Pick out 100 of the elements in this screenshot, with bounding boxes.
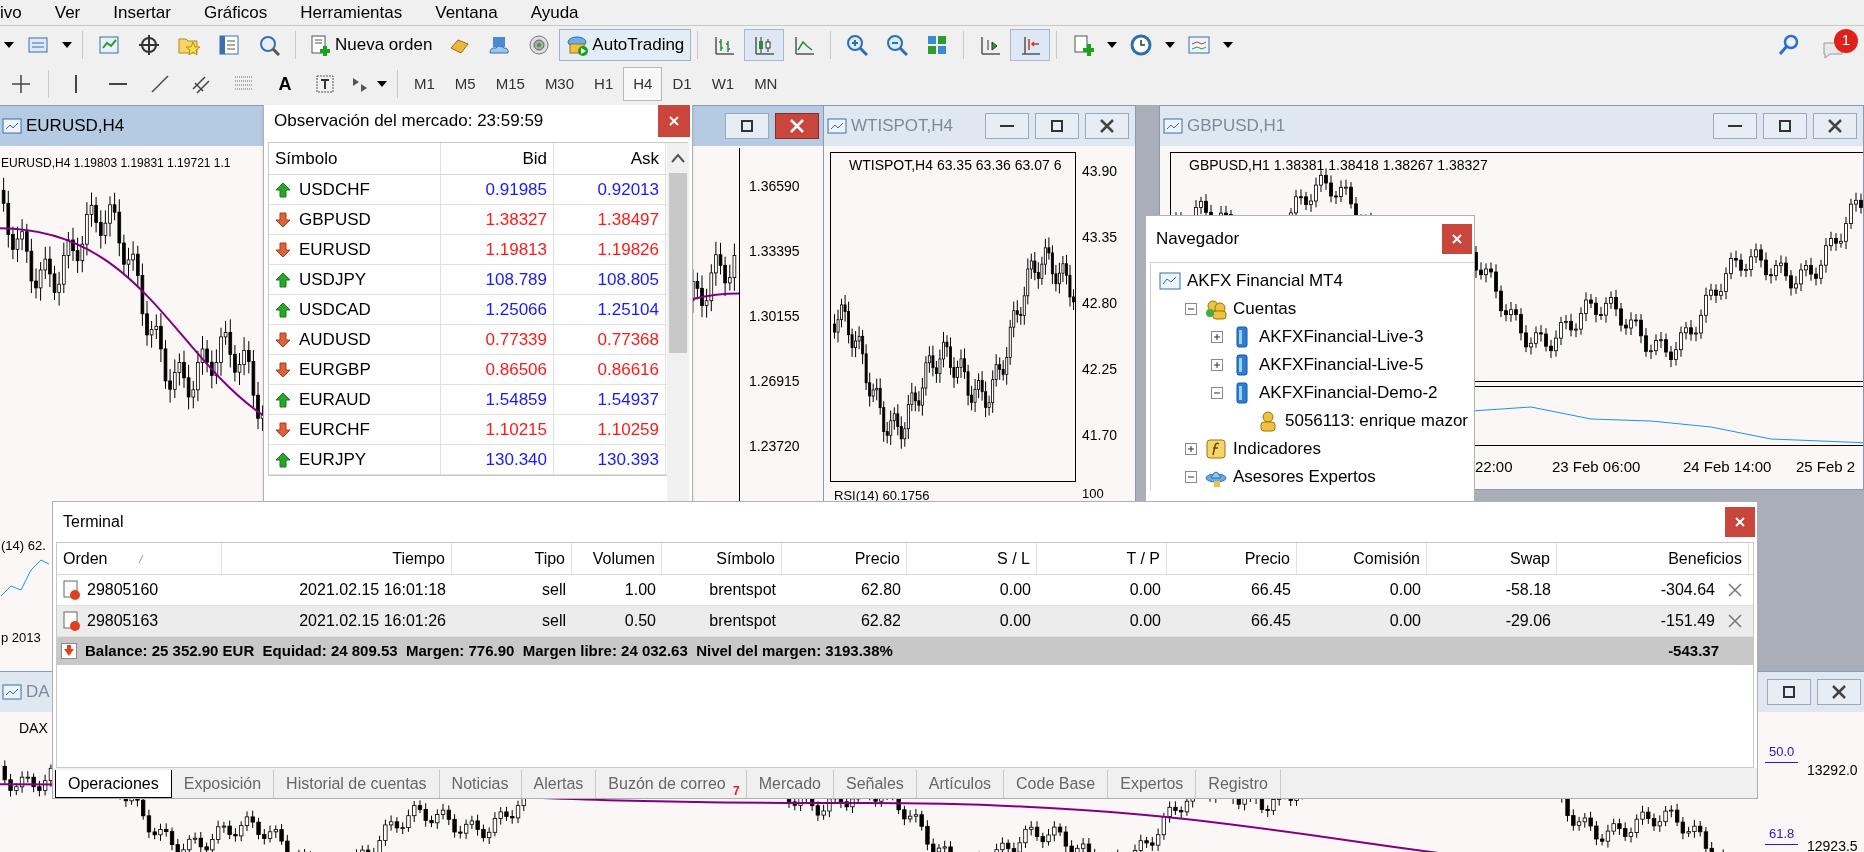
dropdown-caret-icon[interactable] [1107,41,1118,48]
close-button[interactable] [658,105,690,137]
terminal-tab[interactable]: Expertos [1108,770,1197,798]
column-header[interactable]: S / L [907,543,1037,574]
column-header[interactable]: T / P [1037,543,1167,574]
close-button[interactable] [1725,507,1755,537]
tile-windows-icon [926,33,949,56]
minimize-icon [1728,125,1742,127]
menu-item[interactable]: Ventana [435,0,498,26]
tree-item[interactable]: AKFX Financial MT4 [1187,268,1343,294]
terminal-tab[interactable]: Registro [1196,770,1281,798]
column-header[interactable]: Volumen [572,543,662,574]
timeframe-button[interactable]: H4 [623,67,663,101]
collapse-icon[interactable] [1211,387,1223,399]
terminal-tab[interactable]: Operaciones [55,770,172,798]
menu-item[interactable]: Herramientas [300,0,403,26]
search-icon[interactable] [1778,33,1800,56]
close-button[interactable] [1817,679,1861,705]
tree-item[interactable]: Cuentas [1233,296,1297,322]
collapse-icon[interactable] [1185,303,1197,315]
timeframe-button[interactable]: H1 [584,67,624,101]
maximize-button[interactable] [1763,113,1807,139]
minimize-button[interactable] [1713,113,1757,139]
toolbar-button[interactable]: AutoTrading [559,28,692,61]
column-header[interactable]: Orden [57,543,222,574]
column-header[interactable]: Comisión [1297,543,1427,574]
close-button[interactable] [1813,113,1857,139]
autoscroll-button[interactable] [1010,28,1051,61]
close-icon[interactable] [1727,613,1743,629]
terminal-tab[interactable]: Noticias [439,770,522,798]
time-axis-label: 24 Feb 14:00 [1683,457,1772,477]
text-tool-button[interactable]: A [265,68,305,100]
terminal-tab[interactable]: Artículos [916,770,1005,798]
menu-item[interactable]: Ver [54,0,81,26]
tree-item[interactable]: AKFXFinancial-Live-5 [1259,352,1424,378]
terminal-tab[interactable]: Historial de cuentas [274,770,440,798]
expand-icon[interactable] [1211,331,1223,343]
terminal-tab[interactable]: Alertas [521,770,597,798]
terminal-tab[interactable]: Buzón de correo 7 [596,770,747,798]
menu-item[interactable]: Insertar [113,0,171,26]
tree-item[interactable]: AKFXFinancial-Live-3 [1259,324,1424,350]
timeframe-button[interactable]: M5 [444,67,486,101]
tree-item[interactable]: Indicadores [1233,436,1321,462]
timeframe-button[interactable]: M15 [485,67,535,101]
timeframe-button[interactable]: M30 [534,67,585,101]
toolbar-button[interactable]: Nueva orden [302,28,440,61]
close-button[interactable] [775,113,819,139]
column-header[interactable]: Ask [554,143,666,174]
tree-item[interactable]: AKFXFinancial-Demo-2 [1259,380,1438,406]
bid-cell: 1.10215 [441,415,554,444]
indicator-label: (14) 62. [1,537,46,555]
table-cell-text: 2021.02.15 16:01:18 [299,580,446,600]
menu-item[interactable]: ivo [0,0,22,26]
indicator-add-icon [1072,33,1095,56]
dropdown-caret-icon[interactable] [1223,41,1234,48]
column-header[interactable]: Tipo [452,543,572,574]
column-header[interactable]: Símbolo [662,543,782,574]
minimize-button[interactable] [985,113,1029,139]
column-header[interactable]: Beneficios [1557,543,1749,574]
column-header[interactable]: Bid [441,143,554,174]
column-header[interactable]: Precio [1167,543,1297,574]
timeframe-button[interactable]: MN [744,67,788,101]
maximize-button[interactable] [1035,113,1079,139]
timeframe-button[interactable]: W1 [701,67,745,101]
terminal-tab[interactable]: Señales [833,770,917,798]
terminal-tab[interactable]: Exposición [171,770,275,798]
panel-title: Terminal [63,512,125,532]
menu-item[interactable]: Gráficos [203,0,268,26]
collapse-icon[interactable] [1185,471,1197,483]
scrollbar[interactable] [667,143,689,503]
menu-item[interactable]: Ayuda [530,0,579,26]
column-header[interactable]: Tiempo [222,543,452,574]
maximize-button[interactable] [725,113,769,139]
column-header[interactable]: Símbolo [269,143,441,174]
dropdown-caret-icon[interactable] [62,41,72,48]
close-button[interactable] [1085,113,1129,139]
expand-icon[interactable] [1211,359,1223,371]
maximize-icon [1051,120,1063,132]
level-label: 61.8 [1765,824,1799,845]
table-row[interactable]: 29805163 2021.02.15 16:01:26 sell 0.50 brentspot 62.82 0.00 0.00 66.45 0.00 -29.06 -151.49 [57,606,1753,637]
tree-item[interactable]: 5056113: enrique mazor [1285,408,1469,434]
terminal-tab[interactable]: Code Base [1004,770,1109,798]
candlestick-button[interactable] [744,28,785,61]
terminal-tab[interactable]: Mercado [746,770,834,798]
table-cell-text: brentspot [709,611,776,631]
scrollbar-thumb[interactable] [669,173,687,353]
column-header[interactable]: Precio [782,543,907,574]
timeframe-button[interactable]: M1 [404,67,445,101]
table-cell-text: 0.00 [1389,580,1421,600]
dropdown-caret-icon[interactable] [1165,41,1176,48]
dropdown-caret-icon[interactable] [4,41,14,48]
column-header[interactable]: Swap [1427,543,1557,574]
tree-item[interactable]: Asesores Expertos [1233,464,1376,490]
table-cell-text: 66.45 [1250,611,1291,631]
expand-icon[interactable] [1185,443,1197,455]
close-icon[interactable] [1727,582,1743,598]
close-button[interactable] [1442,224,1472,254]
ask-cell: 0.86616 [554,355,666,384]
timeframe-button[interactable]: D1 [662,67,702,101]
maximize-button[interactable] [1767,679,1811,705]
